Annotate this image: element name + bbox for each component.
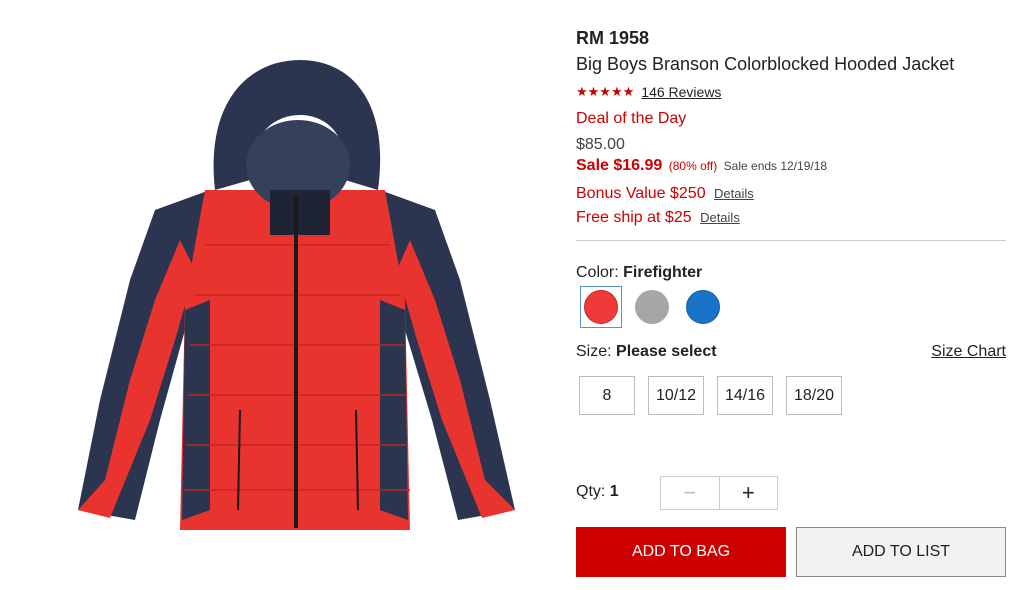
swatch-blue[interactable] (682, 286, 724, 328)
size-option-14-16[interactable]: 14/16 (717, 376, 773, 415)
size-option-8[interactable]: 8 (579, 376, 635, 415)
promo-bonus: Bonus Value $250 Details (576, 185, 754, 203)
product-image[interactable] (60, 40, 530, 560)
qty-label: Qty: (576, 483, 606, 500)
qty-decrease-button[interactable]: − (661, 477, 720, 509)
reviews-link[interactable]: 146 Reviews (641, 84, 721, 100)
size-chart-link[interactable]: Size Chart (931, 343, 1006, 361)
size-option-10-12[interactable]: 10/12 (648, 376, 704, 415)
sale-ends: Sale ends 12/19/18 (723, 159, 828, 173)
color-label: Color: (576, 264, 619, 281)
promo-freeship: Free ship at $25 Details (576, 209, 740, 227)
sale-price-row: Sale $16.99 (80% off) Sale ends 12/19/18 (576, 157, 827, 175)
hooded-jacket-image (78, 60, 515, 530)
size-option-18-20[interactable]: 18/20 (786, 376, 842, 415)
color-swatches (580, 286, 724, 328)
size-label: Size: (576, 343, 612, 360)
quantity-stepper[interactable]: − + (660, 476, 778, 510)
add-to-list-button[interactable]: ADD TO LIST (796, 527, 1006, 577)
swatch-blue-dot[interactable] (686, 290, 720, 324)
promo-freeship-text: Free ship at $25 (576, 209, 692, 226)
original-price: $85.00 (576, 136, 625, 153)
qty-increase-button[interactable]: + (720, 477, 778, 509)
size-options: 8 10/12 14/16 18/20 (579, 376, 842, 415)
promo-bonus-text: Bonus Value $250 (576, 185, 706, 202)
promo-freeship-details-link[interactable]: Details (700, 210, 740, 225)
product-title: Big Boys Branson Colorblocked Hooded Jac… (576, 54, 955, 74)
size-value: Please select (616, 343, 717, 360)
swatch-gray[interactable] (631, 286, 673, 328)
add-to-bag-button[interactable]: ADD TO BAG (576, 527, 786, 577)
rating-row: ★★★★★ 146 Reviews (576, 84, 721, 100)
divider (576, 240, 1006, 241)
star-rating-icon: ★★★★★ (576, 84, 635, 99)
promo-bonus-details-link[interactable]: Details (714, 186, 754, 201)
qty-value: 1 (609, 483, 619, 500)
color-row: Color: Firefighter (576, 264, 702, 282)
swatch-firefighter-dot[interactable] (584, 290, 618, 324)
brand-name[interactable]: RM 1958 (576, 28, 649, 49)
deal-label: Deal of the Day (576, 110, 687, 127)
size-row: Size: Please select Size Chart (576, 343, 1006, 361)
swatch-firefighter[interactable] (580, 286, 622, 328)
sale-price: Sale $16.99 (576, 157, 663, 174)
sale-percent: (80% off) (668, 159, 718, 173)
color-selected: Firefighter (623, 264, 703, 281)
qty-row: Qty: 1 (576, 483, 619, 501)
swatch-gray-dot[interactable] (635, 290, 669, 324)
